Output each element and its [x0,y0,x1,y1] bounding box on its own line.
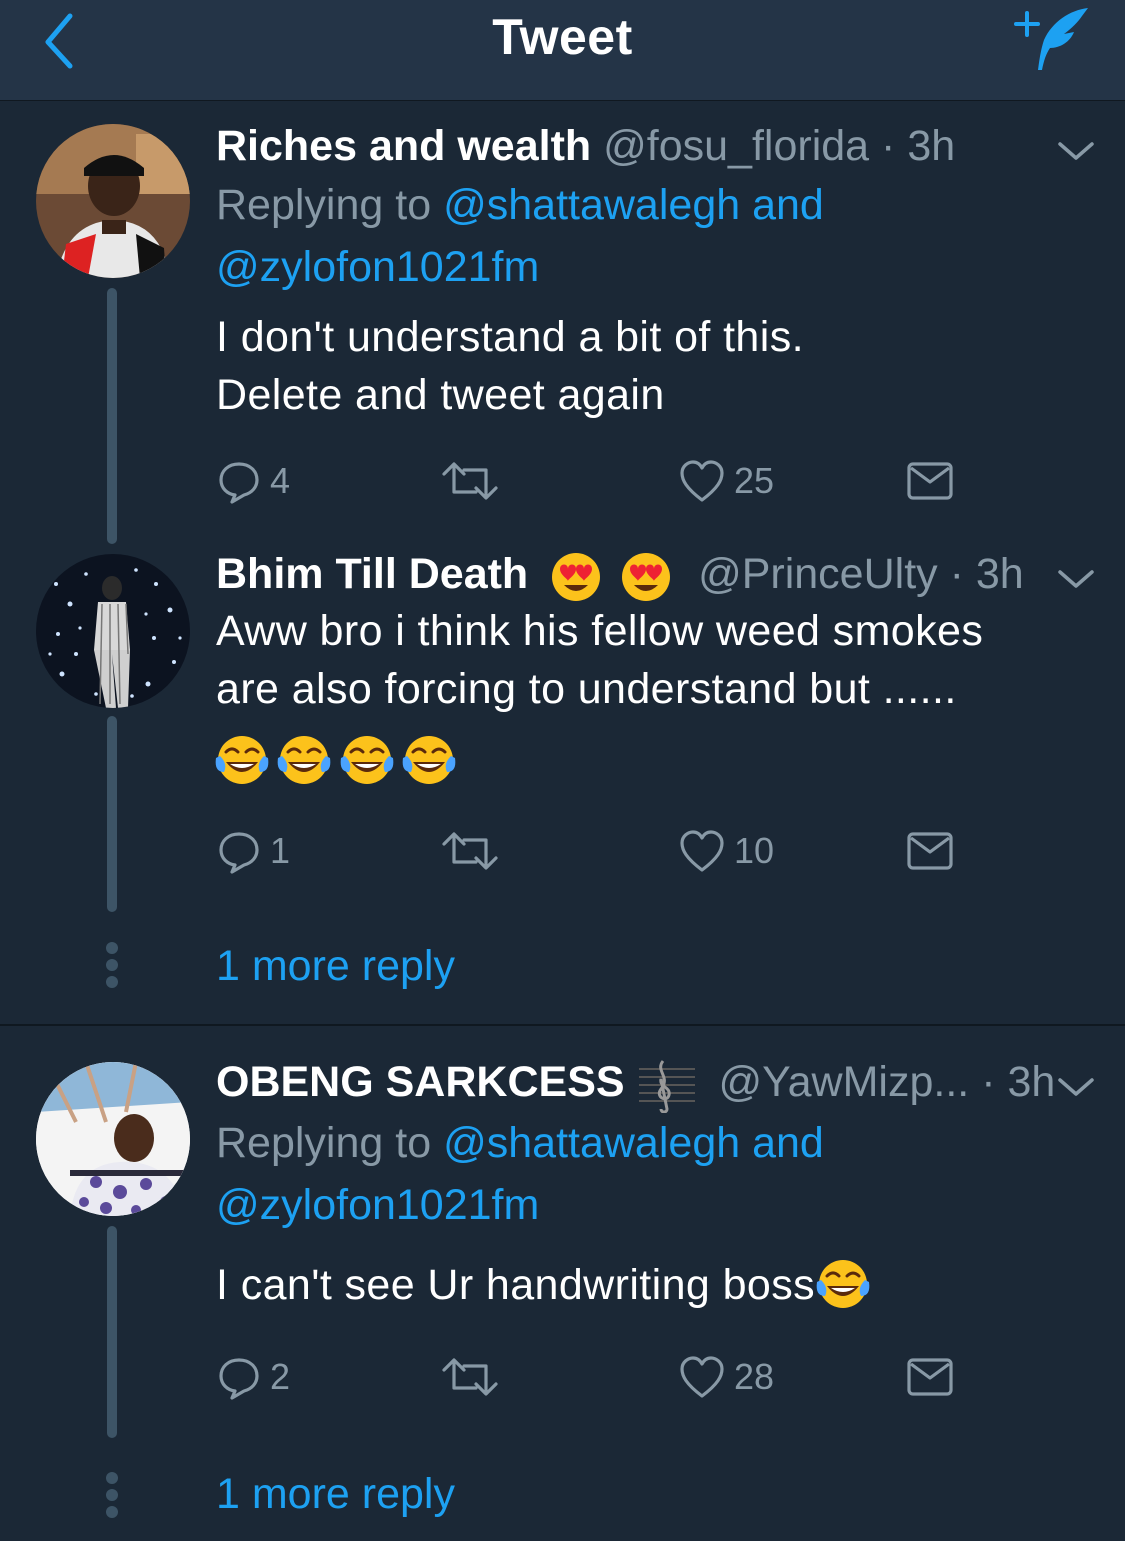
like-button[interactable]: 28 [678,1352,774,1402]
chevron-down-icon[interactable] [1054,1072,1098,1102]
reply-bubble-icon [219,832,259,874]
handle[interactable]: @PrinceUlty [698,550,938,598]
like-count: 25 [734,460,775,501]
avatar[interactable] [36,554,190,708]
tweet-text: I can't see Ur handwriting boss [216,1256,1096,1314]
direct-message-button[interactable] [906,456,954,506]
heart-icon [680,830,724,872]
tears-of-joy-emoji-icon [340,736,394,784]
reply-target-link[interactable]: @shattawalegh and [443,181,824,229]
tweet-actions: 1 10 [216,826,976,876]
display-name[interactable]: Bhim Till Death [216,550,528,598]
reply-target-link[interactable]: @zylofon1021fm [216,1181,539,1229]
tweet-header: Bhim Till Death @PrinceUlty · 3h [216,544,1024,604]
reply-count: 1 [270,830,291,871]
reply-bubble-icon [219,1358,259,1400]
tears-of-joy-emoji-icon [403,736,456,784]
avatar[interactable] [36,1062,190,1216]
reply-button[interactable]: 1 [216,826,290,876]
top-bar: Tweet [0,0,1125,101]
display-name[interactable]: Riches and wealth [216,122,591,170]
thread-connector [107,288,117,544]
replying-label: Replying to [216,181,432,229]
tweet-text-line: are also forcing to understand but .....… [216,665,957,713]
tweet-text: I don't understand a bit of this. Delete… [216,308,1096,424]
tears-of-joy-emoji-icon [278,736,331,784]
envelope-icon [907,1358,953,1396]
direct-message-button[interactable] [906,1352,954,1402]
thread-divider [0,1024,1125,1026]
thread-connector [107,716,117,912]
retweet-icon [442,1358,498,1396]
compose-quill-icon[interactable] [1012,4,1092,74]
retweet-button[interactable] [440,826,500,876]
envelope-icon [907,832,953,870]
like-button[interactable]: 10 [678,826,774,876]
retweet-button[interactable] [440,1352,500,1402]
timestamp: · 3h [881,122,956,170]
display-name[interactable]: OBENG SARKCESS [216,1058,625,1106]
tweet-actions: 2 28 [216,1352,976,1402]
like-count: 10 [734,830,775,871]
like-count: 28 [734,1356,775,1397]
avatar[interactable] [36,124,190,278]
chevron-down-icon[interactable] [1054,564,1098,594]
tweet-header: Riches and wealth @fosu_florida · 3h [216,116,955,176]
chevron-down-icon[interactable] [1054,136,1098,166]
more-replies-link[interactable]: 1 more reply [216,1464,455,1524]
replying-to: Replying to @shattawalegh and @zylofon10… [216,174,1076,298]
replying-label: Replying to [216,1119,432,1167]
retweet-icon [442,462,498,500]
tweet-text-line: Aww bro i think his fellow weed smokes [216,607,984,655]
tweet-text: Aww bro i think his fellow weed smokes a… [216,602,1096,718]
more-replies-link[interactable]: 1 more reply [216,936,455,996]
reply-target-link[interactable]: @shattawalegh and [443,1119,824,1167]
reply-count: 4 [270,460,291,501]
handle[interactable]: @YawMizp... [718,1058,969,1106]
timestamp: · 3h [981,1058,1056,1106]
reply-count: 2 [270,1356,291,1397]
envelope-icon [907,462,953,500]
tweet-text-line: Delete and tweet again [216,371,665,419]
tears-of-joy-emoji-icon [215,736,269,784]
replying-to: Replying to @shattawalegh and @zylofon10… [216,1112,1076,1236]
tears-of-joy-emoji-icon [816,1259,870,1308]
tweet-text-line: I don't understand a bit of this. [216,313,804,361]
direct-message-button[interactable] [906,826,954,876]
more-replies-dots [104,942,120,993]
heart-eyes-emoji-icon [622,552,671,601]
heart-eyes-emoji-icon [552,552,601,601]
like-button[interactable]: 25 [678,456,774,506]
musical-score-emoji-icon [638,1059,695,1113]
heart-icon [680,460,724,502]
timestamp: · 3h [949,550,1024,598]
heart-icon [680,1356,724,1398]
tweet-emoji-row [214,732,457,788]
reply-button[interactable]: 4 [216,456,290,506]
thread-connector [107,1226,117,1438]
handle[interactable]: @fosu_florida [603,122,869,170]
retweet-icon [442,832,498,870]
more-replies-dots [104,1472,120,1523]
tweet-actions: 4 25 [216,456,976,506]
retweet-button[interactable] [440,456,500,506]
reply-button[interactable]: 2 [216,1352,290,1402]
tweet-text-line: I can't see Ur handwriting boss [216,1261,816,1309]
page-title: Tweet [492,9,633,65]
reply-target-link[interactable]: @zylofon1021fm [216,243,539,291]
tweet-header: OBENG SARKCESS @YawMizp... · 3h [216,1052,1056,1113]
reply-bubble-icon [219,462,259,504]
